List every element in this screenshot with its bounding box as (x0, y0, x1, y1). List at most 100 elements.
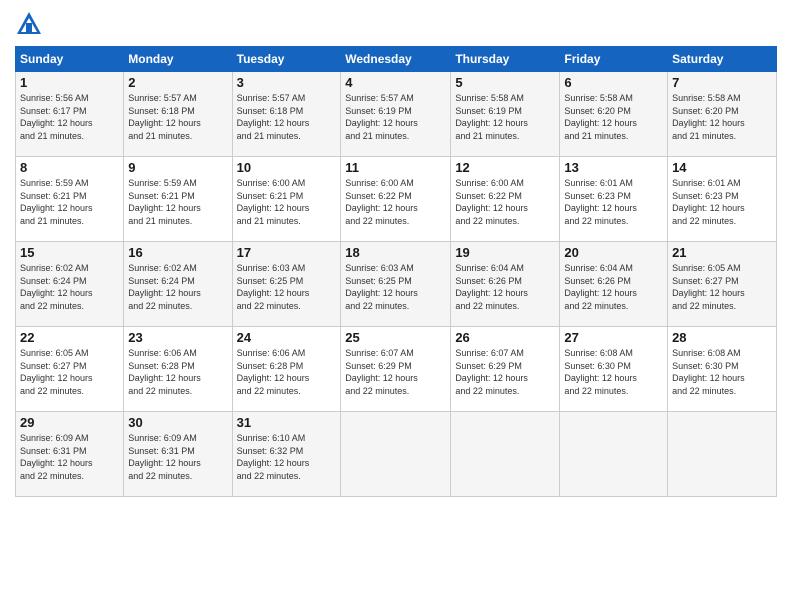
day-number: 31 (237, 415, 337, 430)
weekday-header-monday: Monday (124, 47, 232, 72)
calendar-cell: 30 Sunrise: 6:09 AM Sunset: 6:31 PM Dayli… (124, 412, 232, 497)
calendar-cell: 13 Sunrise: 6:01 AM Sunset: 6:23 PM Dayli… (560, 157, 668, 242)
calendar-cell: 27Sunrise: 6:08 AM Sunset: 6:30 PM Dayli… (560, 327, 668, 412)
day-number: 17 (237, 245, 337, 260)
day-info: Sunrise: 6:04 AM Sunset: 6:26 PM Dayligh… (564, 262, 663, 312)
calendar-cell: 28Sunrise: 6:08 AM Sunset: 6:30 PM Dayli… (668, 327, 777, 412)
day-info: Sunrise: 5:56 AM Sunset: 6:17 PM Dayligh… (20, 92, 119, 142)
calendar-cell: 5 Sunrise: 5:58 AM Sunset: 6:19 PM Daylig… (451, 72, 560, 157)
calendar-cell: 16 Sunrise: 6:02 AM Sunset: 6:24 PM Dayli… (124, 242, 232, 327)
day-info: Sunrise: 6:05 AM Sunset: 6:27 PM Dayligh… (20, 347, 119, 397)
day-number: 22 (20, 330, 119, 345)
day-info: Sunrise: 6:02 AM Sunset: 6:24 PM Dayligh… (20, 262, 119, 312)
calendar-body: 1Sunrise: 5:56 AM Sunset: 6:17 PM Daylig… (16, 72, 777, 497)
day-info: Sunrise: 5:59 AM Sunset: 6:21 PM Dayligh… (128, 177, 227, 227)
day-number: 26 (455, 330, 555, 345)
calendar-cell: 7 Sunrise: 5:58 AM Sunset: 6:20 PM Daylig… (668, 72, 777, 157)
calendar-week-row: 29 Sunrise: 6:09 AM Sunset: 6:31 PM Dayli… (16, 412, 777, 497)
calendar-cell: 19 Sunrise: 6:04 AM Sunset: 6:26 PM Dayli… (451, 242, 560, 327)
day-number: 30 (128, 415, 227, 430)
calendar-cell: 17 Sunrise: 6:03 AM Sunset: 6:25 PM Dayli… (232, 242, 341, 327)
day-number: 14 (672, 160, 772, 175)
calendar-cell: 2 Sunrise: 5:57 AM Sunset: 6:18 PM Daylig… (124, 72, 232, 157)
calendar-cell: 20 Sunrise: 6:04 AM Sunset: 6:26 PM Dayli… (560, 242, 668, 327)
calendar-cell: 31 Sunrise: 6:10 AM Sunset: 6:32 PM Dayli… (232, 412, 341, 497)
calendar-cell: 21Sunrise: 6:05 AM Sunset: 6:27 PM Dayli… (668, 242, 777, 327)
day-info: Sunrise: 6:01 AM Sunset: 6:23 PM Dayligh… (564, 177, 663, 227)
weekday-header-tuesday: Tuesday (232, 47, 341, 72)
day-number: 23 (128, 330, 227, 345)
day-info: Sunrise: 6:05 AM Sunset: 6:27 PM Dayligh… (672, 262, 772, 312)
day-info: Sunrise: 5:59 AM Sunset: 6:21 PM Dayligh… (20, 177, 119, 227)
day-info: Sunrise: 6:03 AM Sunset: 6:25 PM Dayligh… (237, 262, 337, 312)
calendar-cell: 10 Sunrise: 6:00 AM Sunset: 6:21 PM Dayli… (232, 157, 341, 242)
day-number: 3 (237, 75, 337, 90)
day-number: 18 (345, 245, 446, 260)
calendar-week-row: 22 Sunrise: 6:05 AM Sunset: 6:27 PM Dayli… (16, 327, 777, 412)
day-info: Sunrise: 6:07 AM Sunset: 6:29 PM Dayligh… (455, 347, 555, 397)
calendar-cell: 12Sunrise: 6:00 AM Sunset: 6:22 PM Dayli… (451, 157, 560, 242)
calendar-cell: 4Sunrise: 5:57 AM Sunset: 6:19 PM Daylig… (341, 72, 451, 157)
logo (15, 10, 47, 38)
day-info: Sunrise: 5:58 AM Sunset: 6:20 PM Dayligh… (672, 92, 772, 142)
day-number: 20 (564, 245, 663, 260)
calendar-cell (451, 412, 560, 497)
weekday-header-friday: Friday (560, 47, 668, 72)
calendar-cell: 3 Sunrise: 5:57 AM Sunset: 6:18 PM Daylig… (232, 72, 341, 157)
day-info: Sunrise: 6:00 AM Sunset: 6:22 PM Dayligh… (345, 177, 446, 227)
calendar-week-row: 8Sunrise: 5:59 AM Sunset: 6:21 PM Daylig… (16, 157, 777, 242)
day-info: Sunrise: 5:58 AM Sunset: 6:19 PM Dayligh… (455, 92, 555, 142)
day-number: 11 (345, 160, 446, 175)
calendar-week-row: 1Sunrise: 5:56 AM Sunset: 6:17 PM Daylig… (16, 72, 777, 157)
day-number: 24 (237, 330, 337, 345)
day-info: Sunrise: 6:00 AM Sunset: 6:22 PM Dayligh… (455, 177, 555, 227)
calendar-cell: 9 Sunrise: 5:59 AM Sunset: 6:21 PM Daylig… (124, 157, 232, 242)
calendar-cell: 26 Sunrise: 6:07 AM Sunset: 6:29 PM Dayli… (451, 327, 560, 412)
day-info: Sunrise: 6:06 AM Sunset: 6:28 PM Dayligh… (128, 347, 227, 397)
day-number: 19 (455, 245, 555, 260)
calendar-cell: 14 Sunrise: 6:01 AM Sunset: 6:23 PM Dayli… (668, 157, 777, 242)
day-number: 13 (564, 160, 663, 175)
day-number: 2 (128, 75, 227, 90)
calendar-cell: 18 Sunrise: 6:03 AM Sunset: 6:25 PM Dayli… (341, 242, 451, 327)
calendar-cell: 29Sunrise: 6:09 AM Sunset: 6:31 PM Dayli… (16, 412, 124, 497)
day-info: Sunrise: 5:57 AM Sunset: 6:18 PM Dayligh… (128, 92, 227, 142)
calendar-cell: 24 Sunrise: 6:06 AM Sunset: 6:28 PM Dayli… (232, 327, 341, 412)
day-info: Sunrise: 6:07 AM Sunset: 6:29 PM Dayligh… (345, 347, 446, 397)
calendar-cell: 1Sunrise: 5:56 AM Sunset: 6:17 PM Daylig… (16, 72, 124, 157)
calendar-cell: 25 Sunrise: 6:07 AM Sunset: 6:29 PM Dayli… (341, 327, 451, 412)
day-number: 15 (20, 245, 119, 260)
day-info: Sunrise: 6:01 AM Sunset: 6:23 PM Dayligh… (672, 177, 772, 227)
day-info: Sunrise: 6:00 AM Sunset: 6:21 PM Dayligh… (237, 177, 337, 227)
day-info: Sunrise: 6:09 AM Sunset: 6:31 PM Dayligh… (128, 432, 227, 482)
day-info: Sunrise: 6:06 AM Sunset: 6:28 PM Dayligh… (237, 347, 337, 397)
day-info: Sunrise: 6:10 AM Sunset: 6:32 PM Dayligh… (237, 432, 337, 482)
calendar-cell (341, 412, 451, 497)
calendar-cell: 8Sunrise: 5:59 AM Sunset: 6:21 PM Daylig… (16, 157, 124, 242)
day-number: 29 (20, 415, 119, 430)
weekday-header-sunday: Sunday (16, 47, 124, 72)
day-info: Sunrise: 6:08 AM Sunset: 6:30 PM Dayligh… (564, 347, 663, 397)
calendar-table: SundayMondayTuesdayWednesdayThursdayFrid… (15, 46, 777, 497)
day-number: 7 (672, 75, 772, 90)
day-number: 25 (345, 330, 446, 345)
header (15, 10, 777, 38)
weekday-header-wednesday: Wednesday (341, 47, 451, 72)
day-number: 16 (128, 245, 227, 260)
weekday-header-row: SundayMondayTuesdayWednesdayThursdayFrid… (16, 47, 777, 72)
day-number: 5 (455, 75, 555, 90)
calendar-cell: 22 Sunrise: 6:05 AM Sunset: 6:27 PM Dayli… (16, 327, 124, 412)
day-number: 6 (564, 75, 663, 90)
day-info: Sunrise: 6:02 AM Sunset: 6:24 PM Dayligh… (128, 262, 227, 312)
day-info: Sunrise: 6:04 AM Sunset: 6:26 PM Dayligh… (455, 262, 555, 312)
day-info: Sunrise: 5:57 AM Sunset: 6:18 PM Dayligh… (237, 92, 337, 142)
day-number: 9 (128, 160, 227, 175)
day-number: 10 (237, 160, 337, 175)
page-container: SundayMondayTuesdayWednesdayThursdayFrid… (0, 0, 792, 507)
logo-icon (15, 10, 43, 38)
day-number: 28 (672, 330, 772, 345)
weekday-header-thursday: Thursday (451, 47, 560, 72)
day-info: Sunrise: 5:58 AM Sunset: 6:20 PM Dayligh… (564, 92, 663, 142)
day-info: Sunrise: 6:03 AM Sunset: 6:25 PM Dayligh… (345, 262, 446, 312)
calendar-cell: 23 Sunrise: 6:06 AM Sunset: 6:28 PM Dayli… (124, 327, 232, 412)
